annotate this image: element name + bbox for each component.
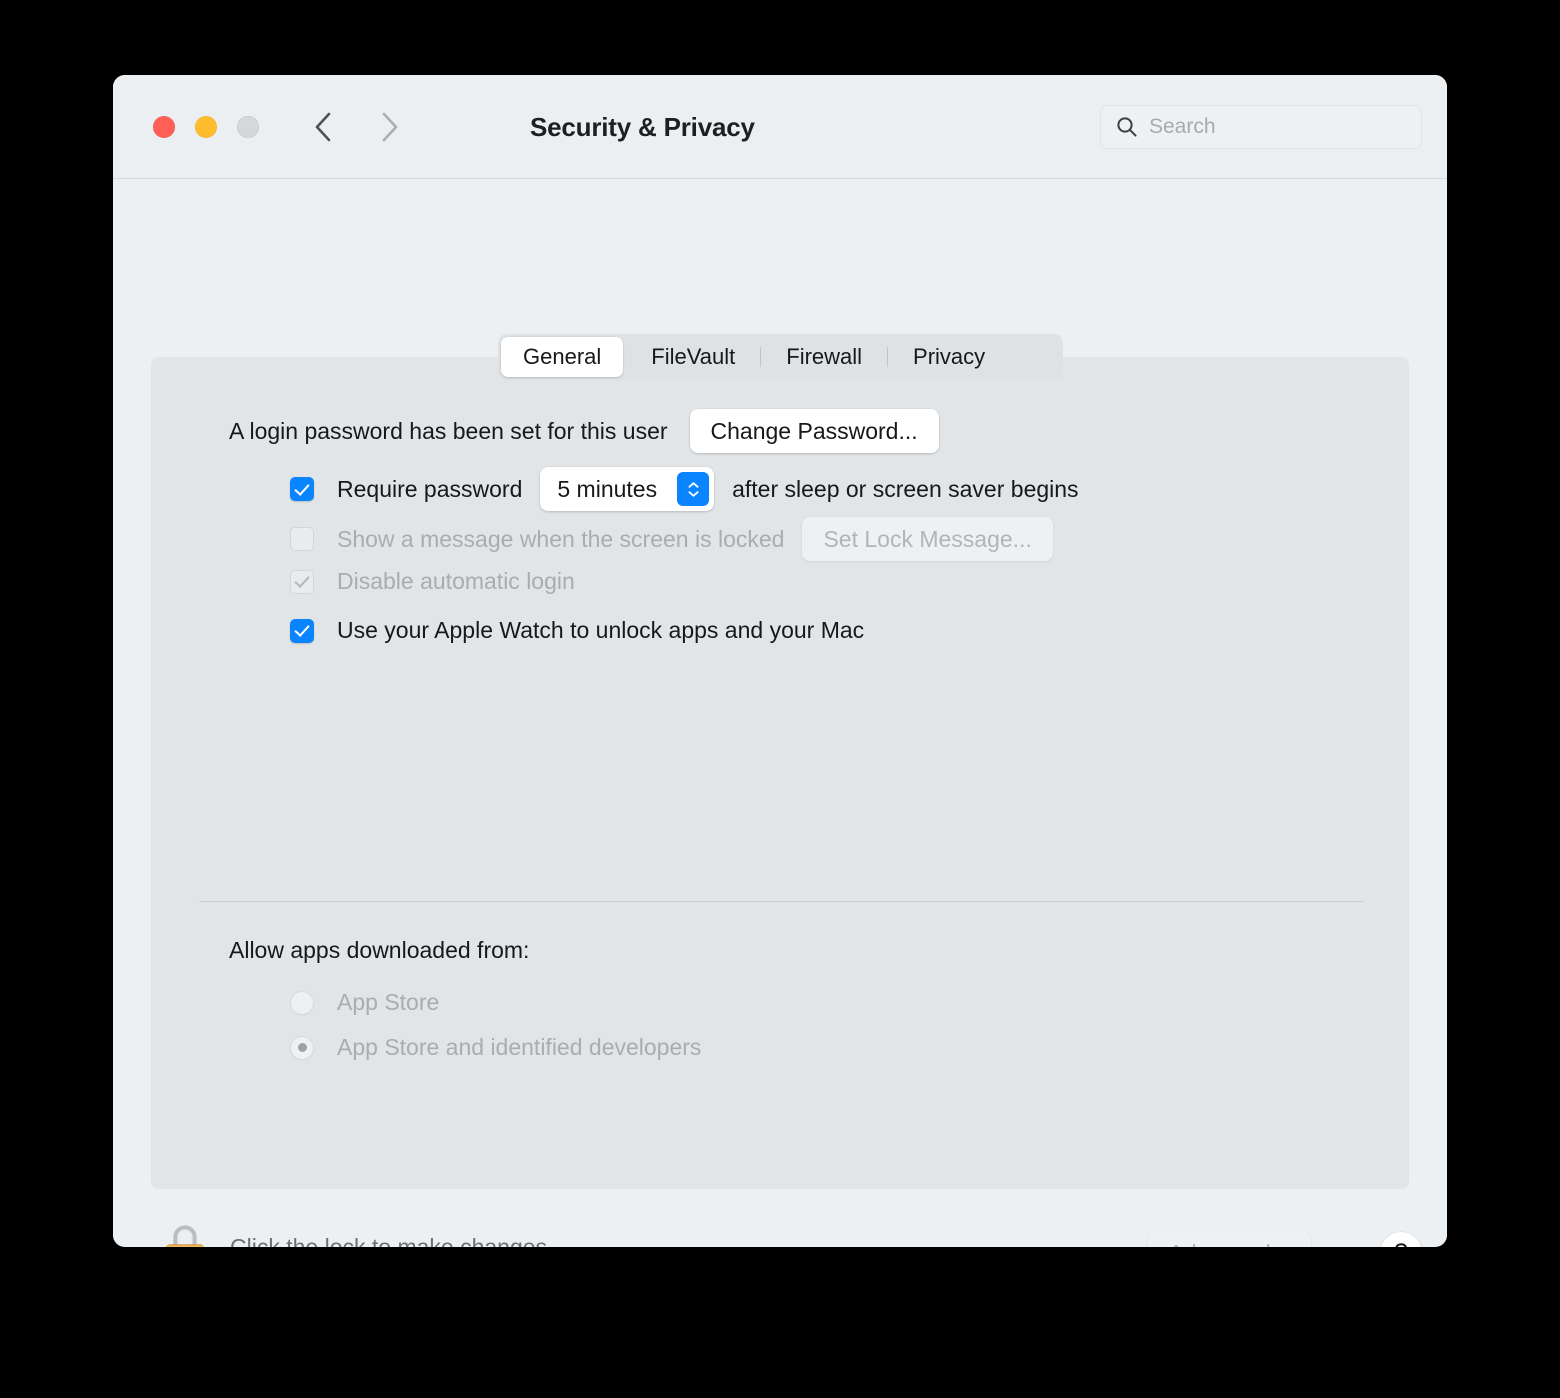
show-lock-message-checkbox [290,527,314,551]
section-divider [199,901,1364,902]
close-button[interactable] [153,116,175,138]
search-input[interactable] [1149,115,1379,139]
require-password-interval-value: 5 minutes [557,475,658,502]
apple-watch-row: Use your Apple Watch to unlock apps and … [290,617,864,644]
show-lock-message-row: Show a message when the screen is locked… [290,517,1053,561]
apple-watch-checkbox[interactable] [290,618,314,643]
help-button[interactable]: ? [1380,1232,1422,1247]
security-privacy-window: Security & Privacy A login password has … [113,75,1447,1247]
back-arrow-icon[interactable] [311,109,337,145]
disable-auto-login-label: Disable automatic login [337,568,575,594]
zoom-button[interactable] [237,116,259,138]
tab-filevault[interactable]: FileVault [629,337,757,377]
advanced-button: Advanced... [1147,1231,1311,1247]
login-password-row: A login password has been set for this u… [229,409,939,453]
tab-general[interactable]: General [501,337,624,377]
radio-app-store-identified-developers [290,1035,314,1060]
forward-arrow-icon[interactable] [376,109,402,145]
require-password-label: Require password [337,475,523,502]
require-password-checkbox[interactable] [290,477,314,501]
lock-button[interactable] [161,1221,209,1247]
disable-auto-login-row: Disable automatic login [290,568,575,595]
content-area: A login password has been set for this u… [113,179,1447,1247]
tab-separator [760,347,762,367]
lock-hint-text: Click the lock to make changes. [230,1234,554,1247]
require-password-suffix: after sleep or screen saver begins [732,475,1079,502]
minimize-button[interactable] [195,116,217,138]
search-icon [1116,116,1138,138]
tab-privacy[interactable]: Privacy [891,337,1007,377]
radio-identified-developers-label: App Store and identified developers [337,1034,702,1060]
require-password-row: Require password 5 minutes after sleep o… [290,467,1079,511]
apple-watch-label: Use your Apple Watch to unlock apps and … [337,617,865,643]
allow-apps-option-identified-developers: App Store and identified developers [290,1034,701,1061]
disable-auto-login-checkbox [290,569,314,594]
tab-bar: General FileVault Firewall Privacy [498,334,1063,380]
chevron-up-icon [688,481,699,488]
general-settings-panel: A login password has been set for this u… [151,357,1409,1189]
chevron-down-icon [688,490,699,497]
traffic-lights [153,116,259,138]
window-toolbar: Security & Privacy [113,75,1447,226]
search-field[interactable] [1100,105,1422,149]
navigation-arrows [311,109,402,145]
allow-apps-heading-row: Allow apps downloaded from: [229,937,529,964]
allow-apps-option-app-store: App Store [290,989,439,1016]
tab-separator [887,347,889,367]
show-lock-message-label: Show a message when the screen is locked [337,525,785,552]
change-password-button[interactable]: Change Password... [689,409,939,453]
stepper-control[interactable] [677,472,710,506]
set-lock-message-button: Set Lock Message... [802,517,1053,561]
tab-firewall[interactable]: Firewall [764,337,884,377]
radio-app-store-label: App Store [337,989,440,1015]
allow-apps-heading: Allow apps downloaded from: [229,937,530,963]
radio-app-store [290,990,314,1015]
page-title: Security & Privacy [530,112,755,142]
login-password-status: A login password has been set for this u… [229,417,668,444]
require-password-interval-popup[interactable]: 5 minutes [540,467,715,511]
lock-icon [166,1225,204,1247]
